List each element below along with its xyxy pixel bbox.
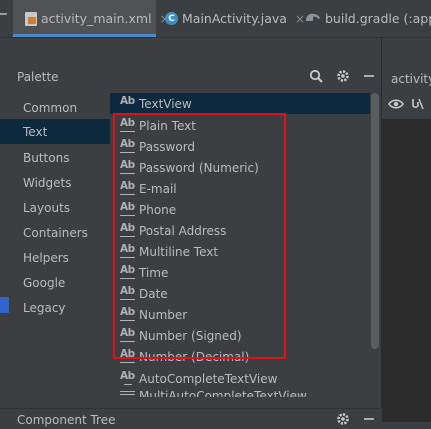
tab-activity-main-xml[interactable]: activity_main.xml × [13, 0, 170, 37]
category-label: Text [23, 124, 48, 139]
tab-label: build.gradle (:app) [325, 11, 431, 26]
palette-item-autocompletetextview[interactable]: Ab AutoCompleteTextView [110, 368, 370, 389]
category-label: Buttons [23, 150, 70, 165]
design-tab-label: activity_ [391, 71, 431, 86]
category-label: Layouts [23, 200, 71, 215]
category-common[interactable]: Common [0, 95, 110, 120]
text-widget-icon: Ab [120, 94, 135, 107]
constraints-icon[interactable] [410, 97, 424, 114]
category-buttons[interactable]: Buttons [0, 145, 110, 170]
multi-autocomplete-icon [120, 389, 137, 397]
palette-item-label: MultiAutoCompleteTextView [139, 389, 307, 397]
category-label: Google [23, 275, 66, 290]
palette-title: Palette [17, 69, 59, 84]
panel-edge-marker [0, 297, 9, 313]
palette-item-label: AutoCompleteTextView [139, 371, 278, 386]
design-editor-tab[interactable]: activity_ [383, 66, 431, 91]
gradle-icon [305, 11, 321, 26]
highlight-box [113, 113, 286, 359]
tab-label: MainActivity.java [182, 11, 287, 26]
tab-main-activity-java[interactable]: C MainActivity.java × [160, 0, 305, 37]
eye-icon[interactable] [388, 98, 404, 113]
gear-icon[interactable] [336, 412, 350, 429]
design-canvas[interactable] [381, 119, 431, 422]
palette-item-multiautocompletetextview[interactable]: MultiAutoCompleteTextView [110, 389, 370, 397]
xml-file-icon [25, 11, 37, 26]
category-label: Widgets [23, 175, 72, 190]
category-label: Helpers [23, 250, 69, 265]
category-layouts[interactable]: Layouts [0, 195, 110, 220]
palette-item-label: TextView [139, 96, 192, 111]
minimize-icon[interactable] [363, 413, 375, 428]
component-tree-header: Component Tree [0, 408, 382, 427]
palette-category-list: Common Text Buttons Widgets Layouts Cont… [0, 93, 110, 393]
minimize-icon[interactable] [363, 70, 375, 85]
java-class-icon: C [165, 12, 178, 25]
design-toolbar [382, 91, 431, 119]
palette-scrollbar[interactable] [371, 93, 379, 349]
tab-overflow-stub [0, 13, 7, 15]
palette-header: Palette [0, 63, 382, 90]
category-text[interactable]: Text [0, 119, 110, 144]
gear-icon[interactable] [336, 69, 350, 86]
autocomplete-icon: Ab [120, 370, 137, 386]
category-label: Containers [23, 225, 88, 240]
category-google[interactable]: Google [0, 270, 110, 295]
category-label: Common [23, 100, 78, 115]
component-tree-title: Component Tree [17, 413, 116, 427]
search-icon[interactable] [309, 69, 323, 86]
category-legacy[interactable]: Legacy [0, 295, 110, 320]
editor-tab-bar: activity_main.xml × C MainActivity.java … [0, 0, 431, 38]
tab-label: activity_main.xml [41, 11, 152, 26]
category-label: Legacy [23, 300, 66, 315]
palette-item-textview[interactable]: Ab TextView [110, 93, 370, 114]
category-containers[interactable]: Containers [0, 220, 110, 245]
category-helpers[interactable]: Helpers [0, 245, 110, 270]
tab-build-gradle[interactable]: build.gradle (:app) [302, 0, 431, 37]
category-widgets[interactable]: Widgets [0, 170, 110, 195]
